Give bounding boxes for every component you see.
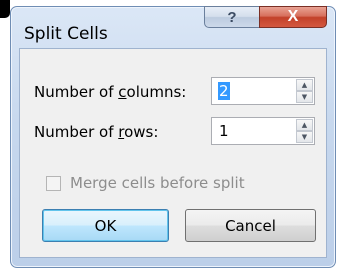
help-icon: ?	[227, 8, 237, 26]
rows-input[interactable]: 1	[218, 122, 230, 140]
background-edge	[0, 0, 10, 18]
ok-button[interactable]: OK	[42, 209, 169, 242]
close-button[interactable]: X	[259, 6, 327, 28]
merge-option: Merge cells before split	[46, 174, 245, 192]
rows-spinner[interactable]: 1 ▲ ▼	[211, 117, 315, 145]
columns-down-button[interactable]: ▼	[296, 91, 313, 103]
columns-spin-buttons: ▲ ▼	[296, 79, 313, 103]
merge-checkbox-label: Merge cells before split	[70, 174, 245, 192]
close-icon: X	[287, 8, 299, 25]
rows-up-button[interactable]: ▲	[296, 119, 313, 131]
columns-label: Number of columns:	[34, 83, 187, 101]
dialog-title: Split Cells	[24, 24, 108, 44]
chevron-down-icon: ▼	[301, 132, 308, 141]
columns-spinner[interactable]: 2 ▲ ▼	[211, 77, 315, 105]
cancel-button[interactable]: Cancel	[185, 209, 316, 242]
chevron-up-icon: ▲	[301, 80, 308, 89]
split-cells-dialog: Split Cells ? X Number of columns: 2 ▲ ▼…	[10, 6, 336, 268]
chevron-down-icon: ▼	[301, 92, 308, 101]
help-button[interactable]: ?	[204, 6, 260, 28]
chevron-up-icon: ▲	[301, 120, 308, 129]
columns-input[interactable]: 2	[218, 82, 230, 100]
columns-up-button[interactable]: ▲	[296, 79, 313, 91]
merge-checkbox	[46, 175, 61, 191]
rows-spin-buttons: ▲ ▼	[296, 119, 313, 143]
rows-down-button[interactable]: ▼	[296, 131, 313, 143]
rows-label: Number of rows:	[34, 123, 159, 141]
dialog-body: Number of columns: 2 ▲ ▼ Number of rows:…	[19, 48, 327, 258]
